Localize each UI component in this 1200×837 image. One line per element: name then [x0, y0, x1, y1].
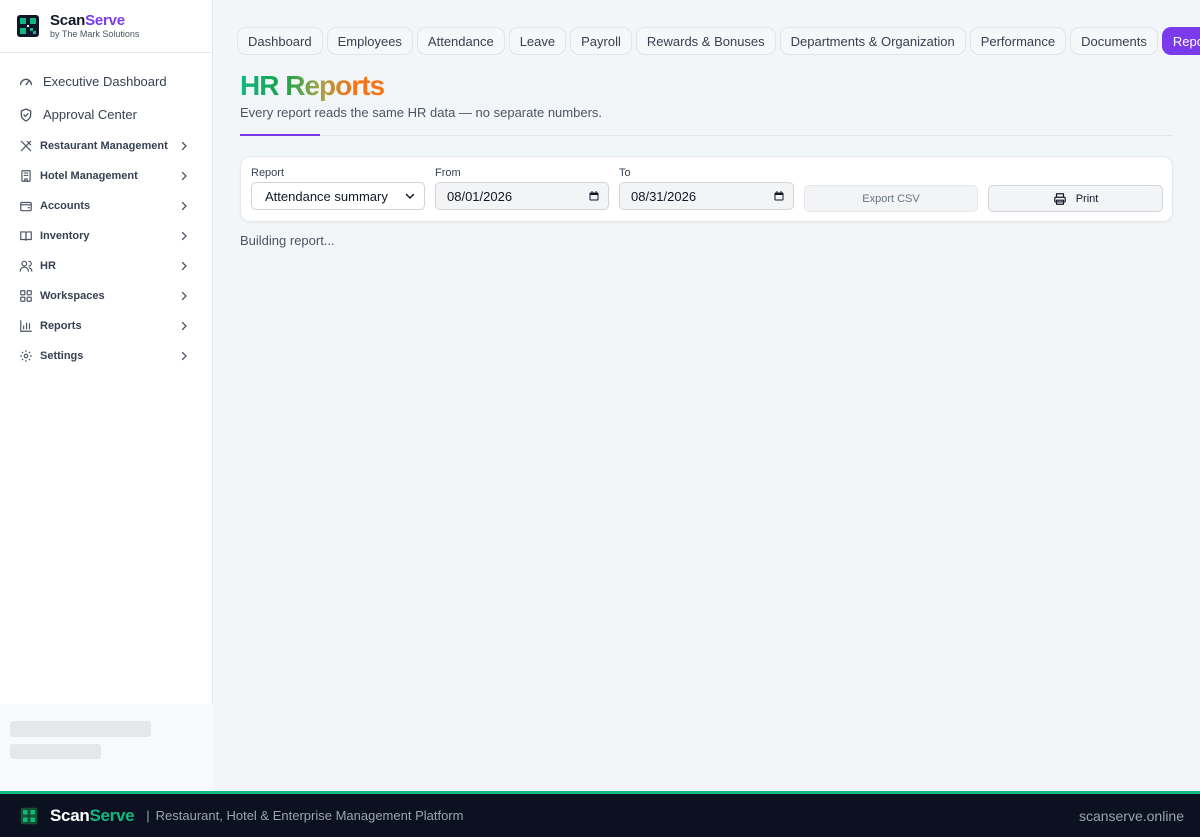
footer-url-link[interactable]: scanserve.online [1079, 808, 1184, 824]
sidebar-item-label: Approval Center [43, 107, 137, 122]
report-label: Report [251, 167, 285, 179]
sidebar-group-label: Settings [40, 350, 84, 362]
print-label: Print [1075, 192, 1099, 205]
sidebar-group-label: HR [40, 260, 56, 272]
tab-attendance[interactable]: Attendance [416, 27, 505, 55]
footer-brand: ScanServe [50, 805, 135, 826]
tab-payroll[interactable]: Payroll [570, 27, 632, 55]
footer: ScanServe | Restaurant, Hotel & Enterpri… [0, 791, 1200, 837]
chevron-right-icon [181, 201, 187, 211]
divider-accent [240, 134, 320, 136]
sidebar-group-label: Restaurant Management [40, 140, 168, 152]
sidebar-group-settings[interactable]: Settings [0, 341, 212, 371]
sidebar-nav: Executive Dashboard Approval Center Rest… [0, 53, 212, 371]
brand-name: ScanServe [50, 11, 139, 29]
chevron-right-icon [181, 261, 187, 271]
calendar-icon[interactable] [773, 190, 785, 202]
print-button[interactable]: Print [988, 185, 1163, 212]
wallet-icon [20, 201, 32, 212]
chevron-right-icon [181, 351, 187, 361]
loading-status: Building report... [240, 233, 335, 248]
to-field: To 08/31/2026 [619, 167, 794, 210]
tab-dashboard[interactable]: Dashboard [237, 27, 323, 55]
brand[interactable]: ScanServe by The Mark Solutions [0, 0, 212, 53]
hr-tabs: Dashboard Employees Attendance Leave Pay… [237, 27, 1200, 55]
from-date-value: 08/01/2026 [447, 188, 513, 204]
export-csv-label: Export CSV [862, 192, 920, 205]
sidebar-group-hotel-management[interactable]: Hotel Management [0, 161, 212, 191]
skeleton-line [10, 721, 151, 737]
from-label: From [435, 167, 461, 179]
page-title: HR Reports [240, 70, 385, 101]
gear-icon [20, 350, 32, 362]
logo-icon [20, 807, 38, 824]
footer-tagline: Restaurant, Hotel & Enterprise Managemen… [155, 808, 464, 823]
chevron-down-icon [405, 193, 415, 200]
footer-brand-part2: Serve [89, 805, 135, 825]
building-icon [21, 170, 31, 182]
tab-employees[interactable]: Employees [326, 27, 413, 55]
brand-subtitle: by The Mark Solutions [50, 28, 140, 39]
sidebar-group-label: Inventory [40, 230, 90, 242]
sidebar-group-reports[interactable]: Reports [0, 311, 212, 341]
sidebar-group-label: Workspaces [40, 290, 105, 302]
page-subtitle: Every report reads the same HR data — no… [240, 105, 603, 120]
export-csv-button[interactable]: Export CSV [804, 185, 978, 212]
main-content: Dashboard Employees Attendance Leave Pay… [213, 0, 1200, 791]
sidebar-item-label: Executive Dashboard [43, 74, 167, 89]
users-icon [19, 260, 33, 272]
sidebar-group-workspaces[interactable]: Workspaces [0, 281, 212, 311]
chevron-right-icon [181, 321, 187, 331]
chevron-right-icon [181, 141, 187, 151]
sidebar-group-label: Reports [40, 320, 82, 332]
sidebar-group-accounts[interactable]: Accounts [0, 191, 212, 221]
user-card-skeleton [0, 704, 213, 791]
brand-name-part2: Serve [85, 11, 125, 29]
sidebar-group-hr[interactable]: HR [0, 251, 212, 281]
sidebar-item-approval-center[interactable]: Approval Center [0, 98, 212, 131]
calendar-icon[interactable] [588, 190, 600, 202]
utensils-icon [20, 140, 32, 152]
to-date-input[interactable]: 08/31/2026 [619, 182, 794, 210]
sidebar-group-label: Accounts [40, 200, 91, 212]
from-field: From 08/01/2026 [435, 167, 609, 210]
bar-chart-icon [20, 320, 32, 332]
to-date-value: 08/31/2026 [631, 188, 697, 204]
logo-icon [17, 15, 39, 37]
shield-check-icon [20, 107, 32, 122]
sidebar-group-label: Hotel Management [40, 170, 138, 182]
sidebar-group-restaurant-management[interactable]: Restaurant Management [0, 131, 212, 161]
report-select[interactable]: Attendance summary [251, 182, 425, 210]
tab-departments-organization[interactable]: Departments & Organization [779, 27, 966, 55]
tab-documents[interactable]: Documents [1070, 27, 1158, 55]
report-select-value: Attendance summary [265, 188, 388, 204]
grid-icon [20, 290, 32, 302]
sidebar-item-executive-dashboard[interactable]: Executive Dashboard [0, 65, 212, 98]
chevron-right-icon [181, 231, 187, 241]
tab-performance[interactable]: Performance [969, 27, 1067, 55]
gauge-icon [20, 78, 32, 85]
sidebar: ScanServe by The Mark Solutions Executiv… [0, 0, 213, 791]
book-icon [20, 231, 32, 241]
tab-leave[interactable]: Leave [508, 27, 567, 55]
tab-reports[interactable]: Reports [1161, 27, 1200, 55]
chevron-right-icon [181, 171, 187, 181]
footer-brand-part1: Scan [50, 805, 90, 825]
report-field: Report Attendance summary [251, 167, 425, 210]
divider [240, 135, 1173, 136]
printer-icon [1053, 192, 1066, 205]
skeleton-line [10, 744, 101, 759]
brand-name-part1: Scan [50, 11, 86, 29]
report-filters: Report Attendance summary From 08/01/202… [240, 156, 1173, 222]
to-label: To [619, 167, 631, 179]
footer-separator: | [146, 808, 150, 823]
tab-rewards-bonuses[interactable]: Rewards & Bonuses [635, 27, 776, 55]
sidebar-group-inventory[interactable]: Inventory [0, 221, 212, 251]
from-date-input[interactable]: 08/01/2026 [435, 182, 609, 210]
chevron-right-icon [181, 291, 187, 301]
